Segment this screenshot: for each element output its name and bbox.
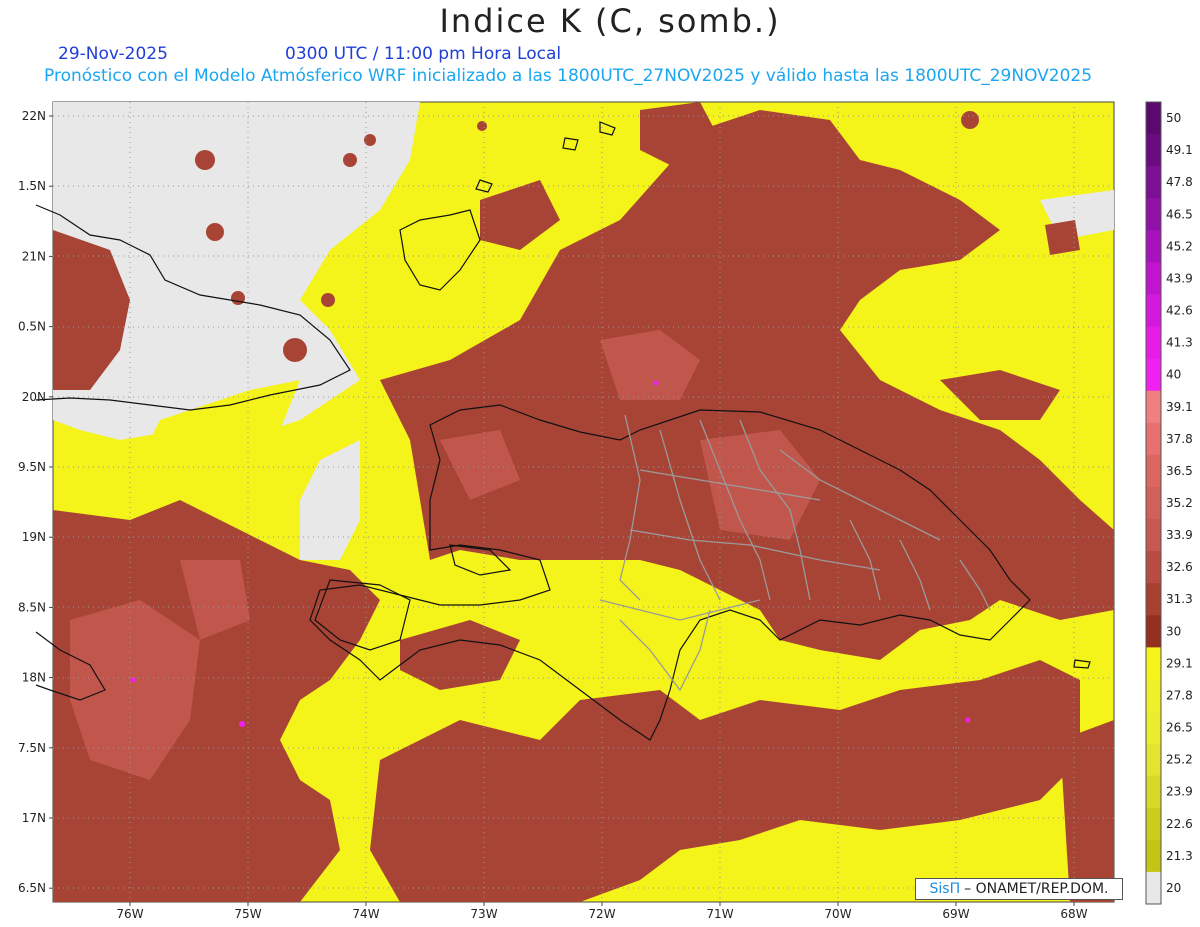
lon-label: 74W (352, 907, 379, 921)
lat-label: 18N (22, 671, 46, 685)
lon-label: 76W (116, 907, 143, 921)
colorbar-swatch (1146, 647, 1161, 680)
colorbar-swatch (1146, 807, 1161, 841)
colorbar-swatch (1146, 743, 1161, 777)
colorbar-swatch (1146, 519, 1161, 552)
colorbar-label: 30 (1166, 624, 1181, 638)
lon-label: 71W (706, 907, 733, 921)
colorbar-swatch (1146, 294, 1161, 328)
longitude-axis: 76W 75W 74W 73W 72W 71W 70W 69W 68W (116, 902, 1088, 921)
colorbar-label: 29.1 (1166, 656, 1193, 670)
colorbar-label: 21.3 (1166, 849, 1193, 863)
lon-label: 68W (1060, 907, 1087, 921)
colorbar-swatch (1146, 454, 1161, 488)
map-panel (35, 101, 1115, 903)
colorbar-swatch (1146, 615, 1161, 648)
lat-label: 0.5N (18, 320, 46, 334)
colorbar-label: 39.1 (1166, 400, 1193, 414)
colorbar-swatch (1146, 775, 1161, 809)
lat-label: 19N (22, 530, 46, 544)
latitude-axis: 22N 1.5N 21N 0.5N 20N 9.5N 19N 8.5N 18N 7.5N 17N 6.… (18, 109, 53, 895)
colorbar-label: 32.6 (1166, 560, 1193, 574)
colorbar-swatch (1146, 102, 1161, 135)
colorbar-label: 26.5 (1166, 721, 1193, 735)
colorbar-swatch (1146, 358, 1161, 392)
colorbar-swatch (1146, 422, 1161, 456)
colorbar-label: 45.2 (1166, 239, 1193, 253)
colorbar: 50 49.1 47.8 46.5 45.2 43.9 42.6 41.3 40 39.1 37.8… (1145, 101, 1193, 905)
lon-label: 70W (824, 907, 851, 921)
colorbar-label: 35.2 (1166, 496, 1193, 510)
lat-label: 1.5N (18, 179, 46, 193)
lat-label: 22N (22, 109, 46, 123)
colorbar-label: 25.2 (1166, 753, 1193, 767)
colorbar-label: 22.6 (1166, 817, 1193, 831)
colorbar-swatch (1146, 166, 1161, 199)
lon-label: 69W (942, 907, 969, 921)
colorbar-swatch (1146, 679, 1161, 713)
colorbar-label: 47.8 (1166, 175, 1193, 189)
k-index-map: 76W 75W 74W 73W 72W 71W 70W 69W 68W 22N 1.5N 21N 0.… (18, 101, 1193, 921)
lon-label: 75W (234, 907, 261, 921)
lon-label: 73W (470, 907, 497, 921)
credit-brand: SisΠ (929, 881, 961, 897)
colorbar-swatch (1146, 583, 1161, 616)
lat-label: 17N (22, 811, 46, 825)
colorbar-label: 33.9 (1166, 528, 1193, 542)
colorbar-label: 43.9 (1166, 271, 1193, 285)
colorbar-label: 41.3 (1166, 336, 1193, 350)
colorbar-swatch (1146, 230, 1161, 263)
lat-label: 6.5N (18, 881, 46, 895)
colorbar-label: 27.8 (1166, 688, 1193, 702)
colorbar-label: 50 (1166, 111, 1181, 125)
colorbar-label: 42.6 (1166, 304, 1193, 318)
credit-org: – ONAMET/REP.DOM. (964, 881, 1109, 897)
colorbar-swatch (1146, 871, 1161, 905)
lat-label: 9.5N (18, 460, 46, 474)
colorbar-swatch (1146, 839, 1161, 873)
colorbar-swatch (1146, 390, 1161, 424)
lat-label: 20N (22, 390, 46, 404)
colorbar-label: 37.8 (1166, 432, 1193, 446)
colorbar-swatch (1146, 486, 1161, 520)
colorbar-swatch (1146, 134, 1161, 167)
colorbar-swatch (1146, 262, 1161, 295)
lat-label: 8.5N (18, 600, 46, 614)
colorbar-swatch (1146, 326, 1161, 360)
lat-label: 21N (22, 249, 46, 263)
colorbar-swatch (1146, 711, 1161, 745)
credit-box: SisΠ – ONAMET/REP.DOM. (915, 878, 1123, 900)
lon-label: 72W (588, 907, 615, 921)
colorbar-label: 20 (1166, 881, 1181, 895)
colorbar-label: 40 (1166, 368, 1181, 382)
colorbar-label: 46.5 (1166, 207, 1193, 221)
colorbar-label: 31.3 (1166, 592, 1193, 606)
colorbar-label: 49.1 (1166, 143, 1193, 157)
colorbar-swatch (1146, 198, 1161, 231)
lat-label: 7.5N (18, 741, 46, 755)
colorbar-swatch (1146, 551, 1161, 584)
colorbar-label: 23.9 (1166, 785, 1193, 799)
colorbar-label: 36.5 (1166, 464, 1193, 478)
